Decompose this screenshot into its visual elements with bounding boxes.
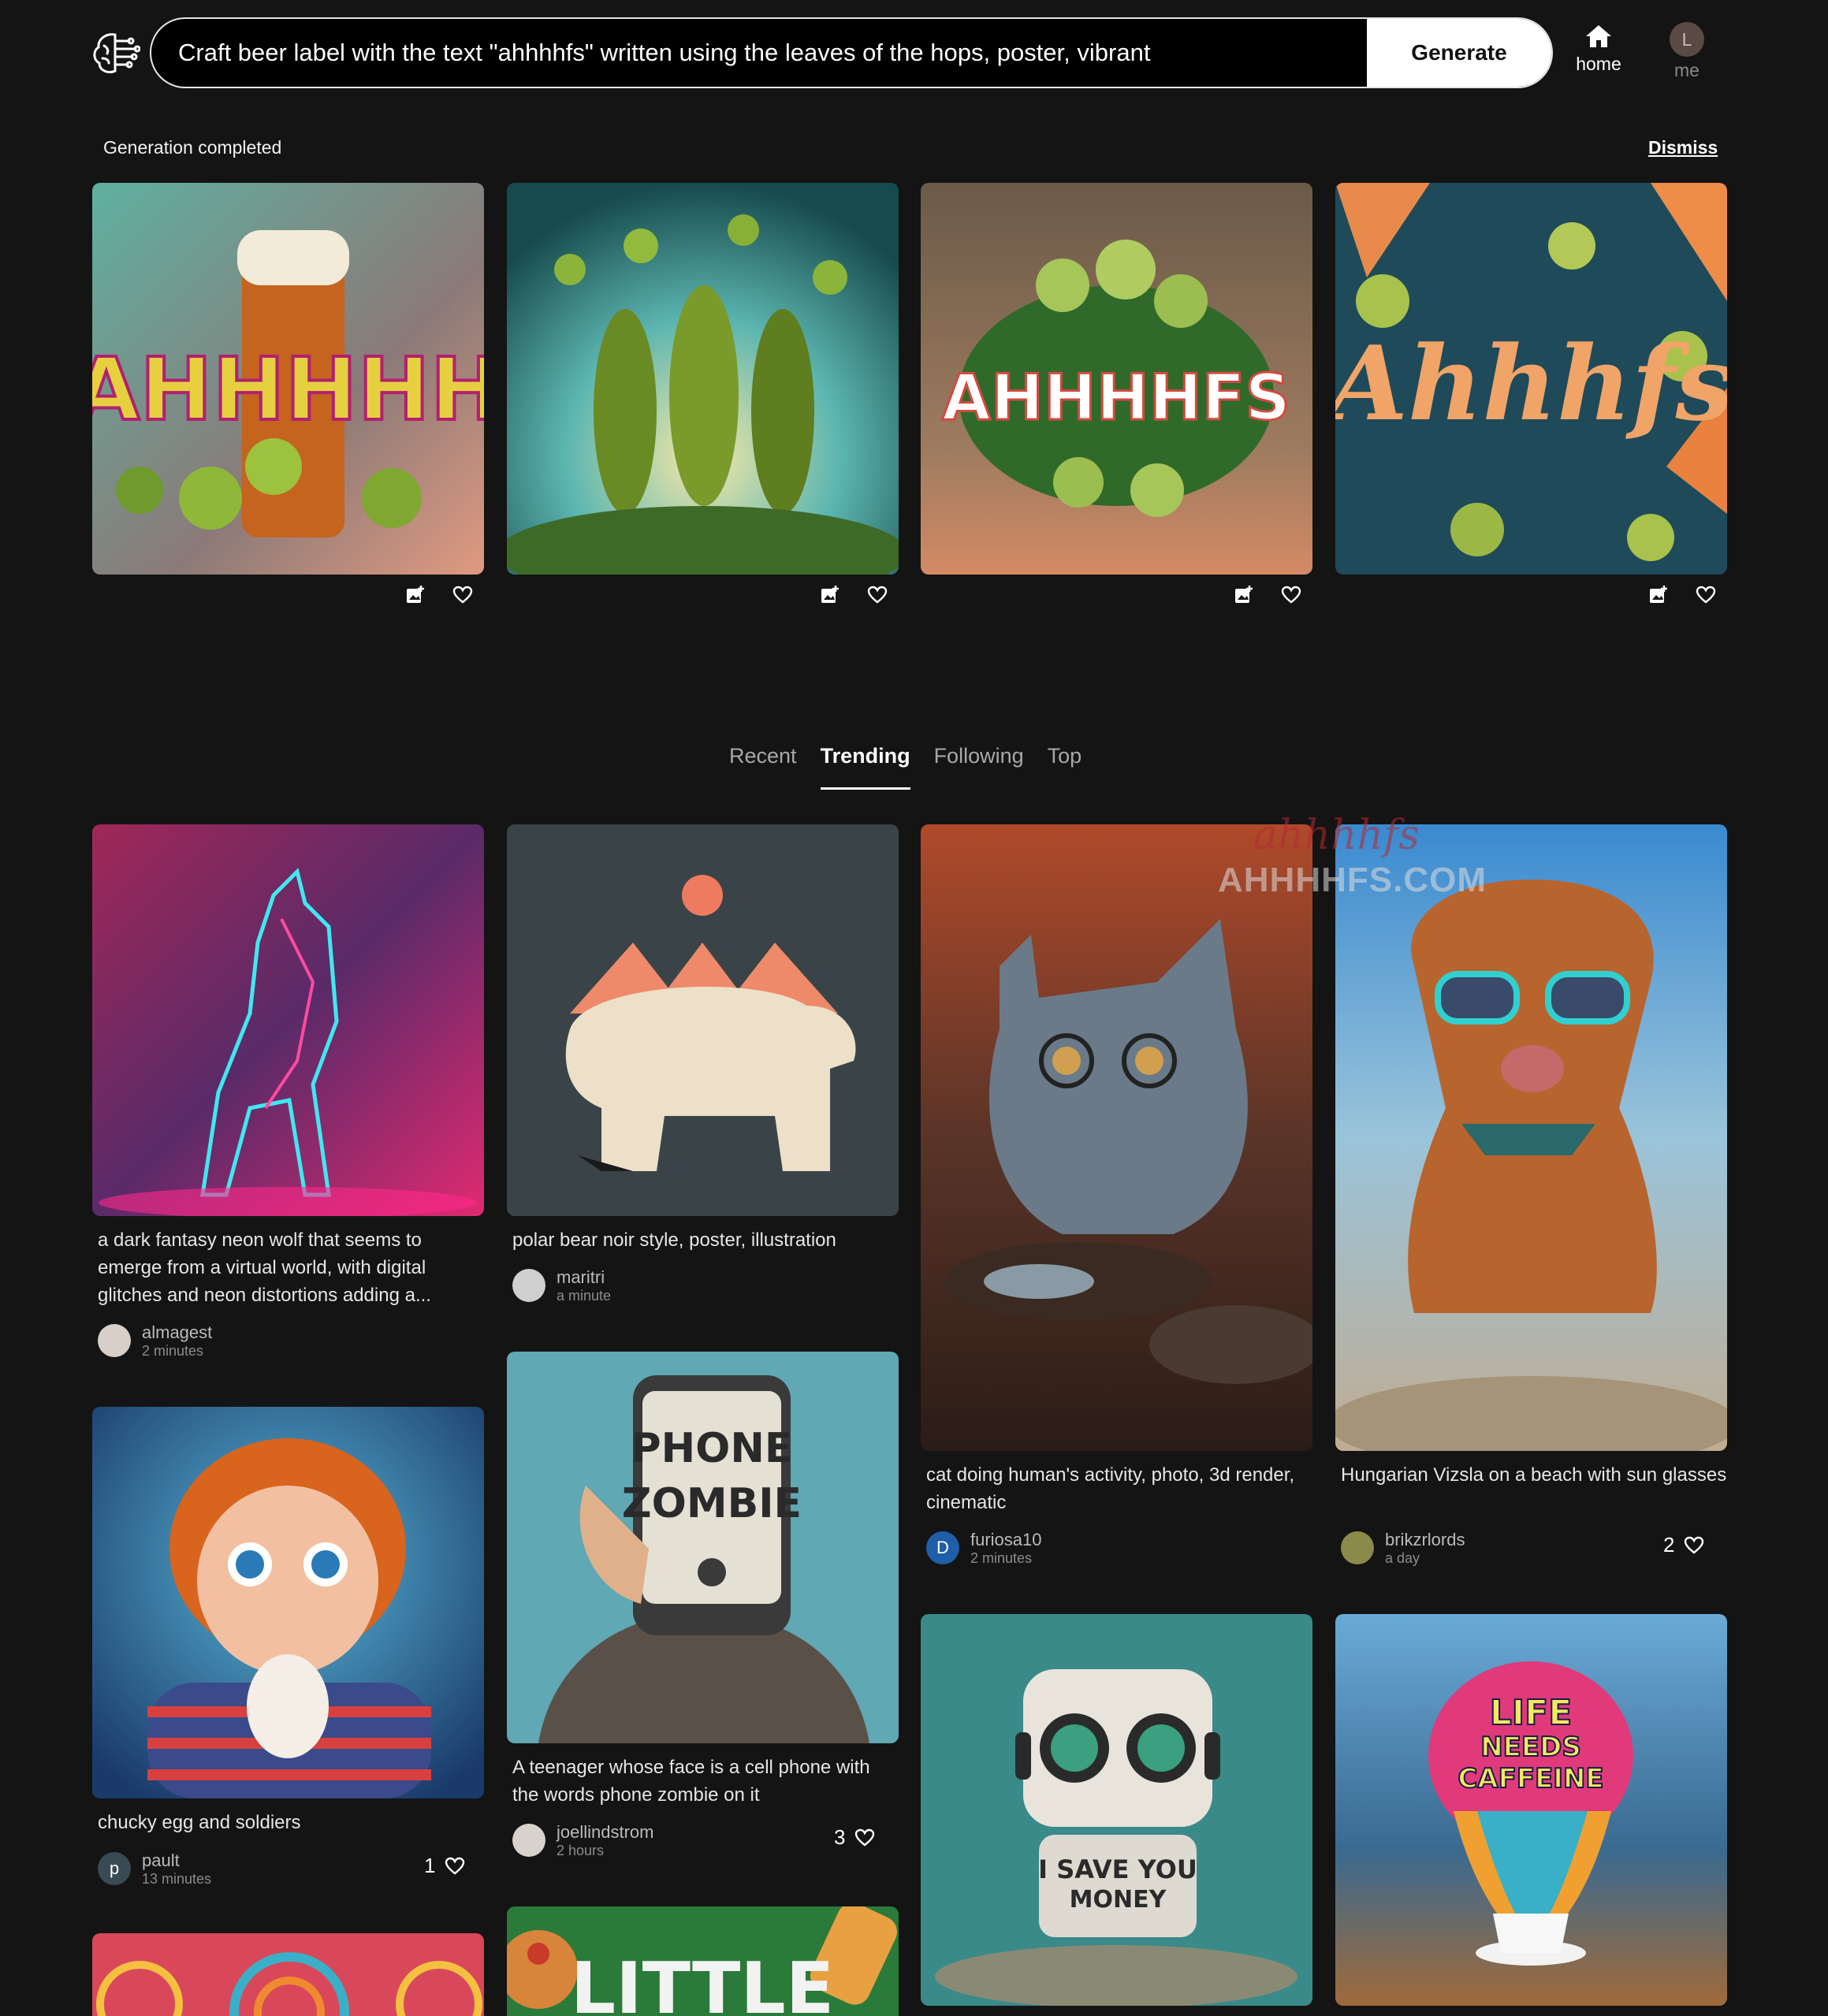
feed-author[interactable]: maritri a minute [512,1267,611,1304]
author-name: maritri [557,1267,605,1287]
caffeine-text-1: LIFE [1490,1693,1573,1733]
author-name: furiosa10 [970,1530,1042,1549]
add-image-icon[interactable] [1234,585,1254,605]
prompt-input[interactable] [151,19,1367,87]
feed-caption: cat doing human's activity, photo, 3d re… [926,1464,1295,1513]
author-name: almagest [142,1322,213,1342]
like-count-value: 2 [1663,1533,1675,1557]
author-avatar [512,1269,545,1302]
robot-text-2: MONEY [1070,1886,1167,1914]
feed-image-pattern[interactable] [92,1933,484,2016]
generated-image-4[interactable]: Ahhhfs [1335,183,1727,575]
post-time: 13 minutes [142,1871,212,1887]
feed-author[interactable]: brikzrlords a day [1341,1530,1465,1566]
feed-image-wolf[interactable] [92,824,484,1216]
dismiss-link[interactable]: Dismiss [1648,137,1718,158]
author-avatar: D [926,1531,959,1564]
gen4-text: Ahhhfs [1335,323,1727,444]
post-time: 2 minutes [970,1550,1033,1566]
like-count-value: 3 [834,1825,846,1849]
generation-status: Generation completed [103,137,282,158]
heart-icon[interactable] [452,585,473,605]
author-name: brikzrlords [1385,1530,1465,1549]
feed-author[interactable]: D furiosa10 2 minutes [926,1530,1042,1566]
add-image-icon[interactable] [1648,585,1669,605]
tab-top[interactable]: Top [1048,741,1082,790]
feed-author[interactable]: almagest 2 minutes [98,1322,212,1359]
heart-icon[interactable] [1684,1535,1704,1556]
generated-image-2-actions [820,585,891,610]
feed-image-dog[interactable] [1335,824,1727,1451]
user-avatar: L [1670,22,1704,57]
post-time: 2 hours [557,1843,605,1858]
feed-image-chucky[interactable] [92,1407,484,1798]
feed-caption: A teenager whose face is a cell phone wi… [512,1757,870,1806]
heart-icon[interactable] [445,1856,465,1877]
heart-icon[interactable] [867,585,888,605]
generated-image-3-actions [1234,585,1305,610]
like-count[interactable]: 2 [1663,1533,1704,1557]
author-name: pault [142,1850,180,1870]
generate-button[interactable]: Generate [1367,19,1551,87]
nav-me-label: me [1674,60,1700,80]
tab-following[interactable]: Following [934,741,1024,790]
author-avatar [512,1824,545,1857]
heart-icon[interactable] [1281,585,1301,605]
generated-image-2[interactable] [507,183,899,575]
feed-image-cat[interactable] [921,824,1312,1451]
author-avatar [1341,1531,1374,1564]
author-avatar: p [98,1852,131,1885]
like-count[interactable]: 1 [424,1854,465,1878]
nav-me[interactable]: L me [1655,19,1718,82]
feed-tabs: Recent Trending Following Top [729,741,1082,790]
post-time: a minute [557,1288,612,1304]
feed-caption: Hungarian Vizsla on a beach with sun gla… [1341,1464,1727,1486]
feed-author[interactable]: p pault 13 minutes [98,1850,211,1887]
gen1-text: AHHHHH [92,339,484,440]
heart-icon[interactable] [854,1828,875,1848]
generated-image-1-actions [405,585,476,610]
prompt-bar: Generate [150,17,1553,88]
phone-text-2: ZOMBIE [622,1480,802,1527]
tab-recent[interactable]: Recent [729,741,797,790]
watermark-script: ahhhhfs [1253,812,1420,859]
phone-text-1: PHONE [631,1425,793,1472]
feed-image-bear[interactable] [507,824,899,1216]
caffeine-text-2: NEEDS [1480,1731,1581,1763]
feed-image-little[interactable]: LITTLE [507,1906,899,2016]
feed-image-robot[interactable]: I SAVE YOU MONEY [921,1614,1312,2006]
add-image-icon[interactable] [820,585,840,605]
feed-image-caffeine[interactable]: LIFE NEEDS CAFFEINE [1335,1614,1727,2006]
home-icon [1586,25,1611,47]
author-avatar [98,1324,131,1357]
tab-trending[interactable]: Trending [820,741,910,790]
feed-author[interactable]: joellindstrom 2 hours [512,1822,654,1858]
add-image-icon[interactable] [405,585,426,605]
gen3-text: AHHHHFS [942,361,1290,434]
like-count-value: 1 [424,1854,436,1877]
caffeine-text-3: CAFFEINE [1458,1763,1603,1795]
watermark-text: AHHHHFS.COM [1218,861,1487,899]
feed-caption: chucky egg and soldiers [98,1812,301,1833]
post-time: 2 minutes [142,1343,204,1359]
nav-home[interactable]: home [1566,19,1632,82]
heart-icon[interactable] [1696,585,1716,605]
post-time: a day [1385,1550,1420,1566]
feed-caption: a dark fantasy neon wolf that seems to e… [98,1229,431,1306]
author-name: joellindstrom [557,1822,654,1842]
little-text: LITTLE [571,1947,835,2016]
like-count[interactable]: 3 [834,1825,875,1850]
generated-image-1[interactable]: AHHHHH [92,183,484,575]
generated-image-3[interactable]: AHHHHFS [921,183,1312,575]
nav-home-label: home [1576,54,1621,74]
brain-logo-icon[interactable] [91,30,140,76]
feed-caption: polar bear noir style, poster, illustrat… [512,1229,836,1251]
feed-image-phone[interactable]: PHONE ZOMBIE [507,1352,899,1743]
generated-image-4-actions [1648,585,1719,610]
robot-text-1: I SAVE YOU [1038,1854,1197,1884]
